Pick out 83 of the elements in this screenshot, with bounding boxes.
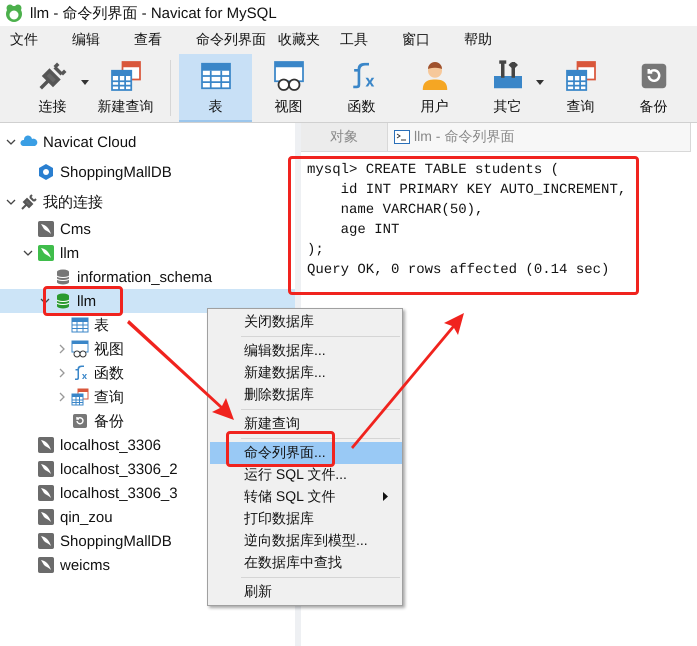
menu-item[interactable]: 文件 xyxy=(6,31,64,49)
console-line: mysql> CREATE TABLE students ( xyxy=(307,161,560,180)
menu-item[interactable]: 编辑 xyxy=(68,31,126,49)
tree-row[interactable]: llm xyxy=(0,289,295,313)
toolbar-button[interactable]: 连接 xyxy=(16,54,89,122)
menu-item[interactable]: 查看 xyxy=(130,31,188,49)
console-line: age INT xyxy=(340,221,400,240)
tree-label: qin_zou xyxy=(60,508,113,526)
chevron-down-icon[interactable] xyxy=(6,197,16,207)
toolbar-button[interactable]: 表 xyxy=(179,54,252,122)
tree-row[interactable]: Cms xyxy=(0,217,295,241)
menu-item[interactable]: 窗口 xyxy=(398,31,456,49)
tree-row[interactable]: ShoppingMallDB xyxy=(0,157,295,187)
context-menu-item[interactable]: 在数据库中查找 xyxy=(210,552,402,574)
terminal-icon xyxy=(394,130,410,144)
tree-label: ShoppingMallDB xyxy=(60,164,172,180)
chevron-right-icon[interactable] xyxy=(57,344,67,354)
tree-label: 查询 xyxy=(94,388,124,406)
query-table-icon xyxy=(110,60,142,92)
tree-row[interactable]: 我的连接 xyxy=(0,187,295,217)
context-menu-item[interactable]: 运行 SQL 文件... xyxy=(210,464,402,486)
tree-label: 表 xyxy=(94,316,109,334)
plug-icon xyxy=(20,193,38,211)
database-icon xyxy=(54,292,72,310)
context-menu-item[interactable]: 命令列界面... xyxy=(210,442,402,464)
tree-label: 视图 xyxy=(94,340,124,358)
tree-label: weicms xyxy=(60,556,110,574)
glasses-table-icon xyxy=(71,340,89,358)
console-line: ); xyxy=(307,241,325,260)
menu-item[interactable]: 工具 xyxy=(336,31,394,49)
glasses-table-icon xyxy=(272,60,304,92)
context-menu-item[interactable]: 删除数据库 xyxy=(210,384,402,406)
toolbar-button[interactable]: 函数 xyxy=(325,54,398,122)
toolbar-button[interactable]: 查询 xyxy=(544,54,617,122)
context-menu-item[interactable]: 逆向数据库到模型... xyxy=(210,530,402,552)
menu-item[interactable]: 收藏夹 xyxy=(274,31,332,49)
chevron-right-icon[interactable] xyxy=(57,368,67,378)
tree-label: information_schema xyxy=(77,268,212,286)
context-menu-item[interactable]: 打印数据库 xyxy=(210,508,402,530)
table-icon xyxy=(71,316,89,334)
tree-label: 备份 xyxy=(94,412,124,430)
toolbar-button[interactable]: 备份 xyxy=(617,54,690,122)
toolbar-button[interactable]: 新建查询 xyxy=(89,54,162,122)
context-menu-item[interactable]: 新建查询 xyxy=(210,413,402,435)
menu-item[interactable]: 帮助 xyxy=(460,31,518,49)
window-title: llm - 命令列界面 - Navicat for MySQL xyxy=(30,4,277,22)
hexagon-icon xyxy=(37,163,55,181)
backup-icon xyxy=(71,412,89,430)
tree-label: localhost_3306_3 xyxy=(60,484,178,502)
chevron-down-icon[interactable] xyxy=(6,137,16,147)
tree-label: 我的连接 xyxy=(43,192,103,212)
caret-icon[interactable] xyxy=(536,80,544,85)
tree-label: Navicat Cloud xyxy=(43,134,136,150)
console-line: id INT PRIMARY KEY AUTO_INCREMENT, xyxy=(340,181,628,200)
context-menu-item[interactable]: 新建数据库... xyxy=(210,362,402,384)
tree-label: llm xyxy=(77,292,96,310)
console-line: name VARCHAR(50), xyxy=(340,201,484,220)
tree-row[interactable]: llm xyxy=(0,241,295,265)
console-line: Query OK, 0 rows affected (0.14 sec) xyxy=(307,261,610,280)
context-menu-item[interactable]: 刷新 xyxy=(210,581,402,603)
chevron-down-icon[interactable] xyxy=(23,248,33,258)
chevron-right-icon[interactable] xyxy=(57,392,67,402)
context-menu-item[interactable]: 编辑数据库... xyxy=(210,340,402,362)
caret-icon[interactable] xyxy=(81,80,89,85)
tree-label: ShoppingMallDB xyxy=(60,532,172,550)
app-icon xyxy=(4,3,24,23)
tree-row[interactable]: information_schema xyxy=(0,265,295,289)
table-icon xyxy=(200,60,232,92)
toolbar-button[interactable]: 用户 xyxy=(398,54,471,122)
tree-label: llm xyxy=(60,244,80,262)
query-table-icon xyxy=(71,388,89,406)
context-menu-item[interactable]: 关闭数据库 xyxy=(210,311,402,333)
menu-item[interactable]: 命令列界面 xyxy=(192,31,270,49)
tree-label: Cms xyxy=(60,220,91,238)
toolbar-button[interactable]: 其它 xyxy=(471,54,544,122)
tree-row[interactable]: Navicat Cloud xyxy=(0,127,295,157)
tree-label: localhost_3306 xyxy=(60,436,161,454)
tree-label: localhost_3306_2 xyxy=(60,460,178,478)
context-menu-item[interactable]: 转储 SQL 文件 xyxy=(210,486,402,508)
toolbar-button[interactable]: 视图 xyxy=(252,54,325,122)
query-table-icon xyxy=(564,60,596,92)
tree-label: 函数 xyxy=(94,364,124,382)
database-icon xyxy=(54,268,72,286)
